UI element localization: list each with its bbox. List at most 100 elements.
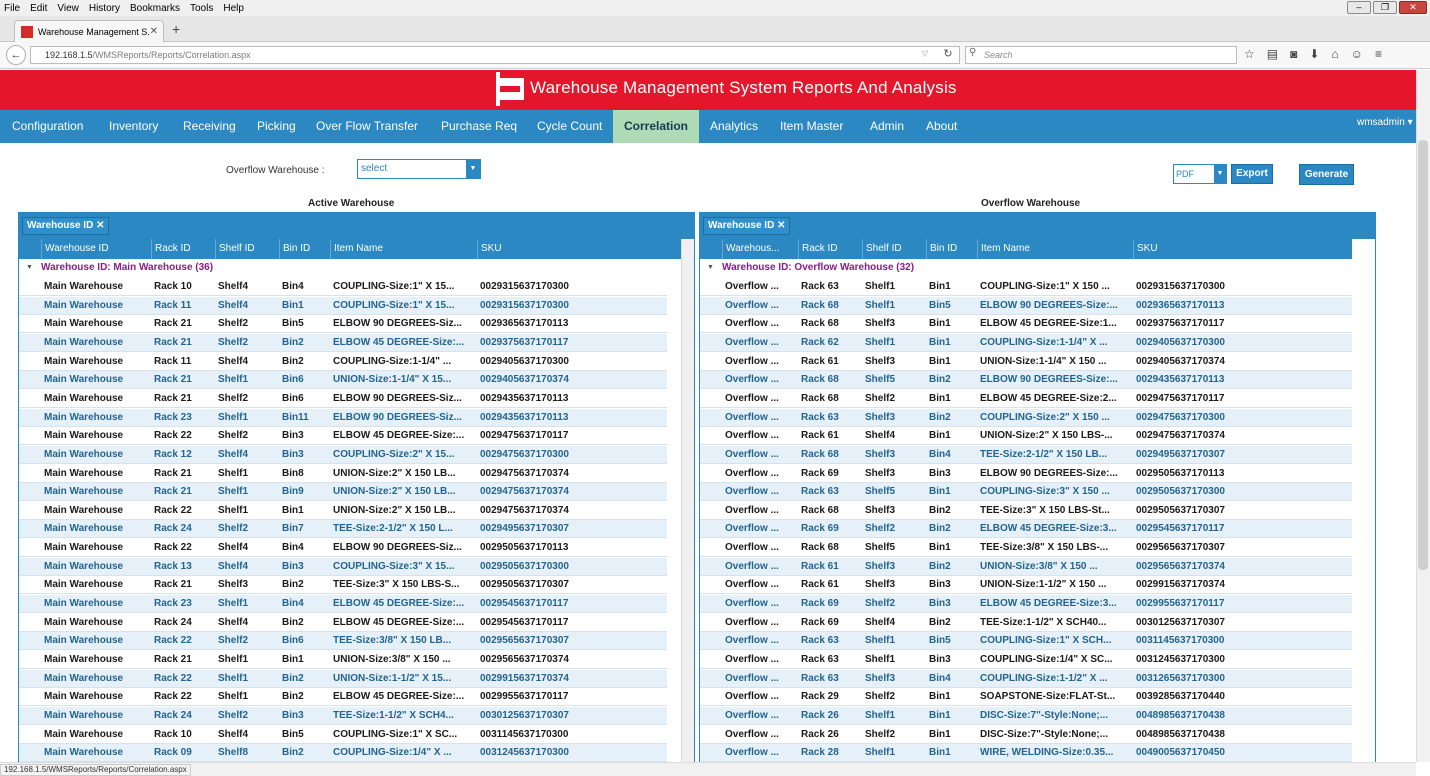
download-icon[interactable]: ⬇: [1309, 47, 1319, 61]
table-row[interactable]: Main Warehouse Rack 22 Shelf1 Bin2 UNION-Siz…: [19, 669, 667, 688]
nav-over-flow-transfer[interactable]: Over Flow Transfer: [304, 110, 430, 143]
table-row[interactable]: Main Warehouse Rack 24 Shelf4 Bin2 ELBOW 45 …: [19, 613, 667, 632]
table-row[interactable]: Overflow ... Rack 61 Shelf3 Bin2 UNION-Size:…: [700, 557, 1352, 576]
group-chip[interactable]: Warehouse ID ✕: [22, 217, 110, 235]
table-row[interactable]: Main Warehouse Rack 24 Shelf2 Bin3 TEE-Size:…: [19, 706, 667, 725]
table-row[interactable]: Main Warehouse Rack 21 Shelf3 Bin2 TEE-Size:…: [19, 576, 667, 595]
minimize-icon[interactable]: –: [1347, 1, 1371, 14]
remove-group-icon[interactable]: ✕: [96, 220, 104, 231]
table-row[interactable]: Main Warehouse Rack 10 Shelf4 Bin4 COUPLING-…: [19, 278, 667, 296]
table-row[interactable]: Main Warehouse Rack 23 Shelf1 Bin4 ELBOW 45 …: [19, 595, 667, 614]
chevron-down-icon[interactable]: ▼: [1214, 165, 1226, 183]
menu-tools[interactable]: Tools: [190, 3, 213, 14]
table-row[interactable]: Overflow ... Rack 61 Shelf3 Bin1 UNION-Size:…: [700, 352, 1352, 371]
browser-tab[interactable]: Warehouse Management S... ✕: [14, 20, 164, 42]
table-row[interactable]: Overflow ... Rack 26 Shelf2 Bin1 DISC-Size:7…: [700, 725, 1352, 744]
nav-admin[interactable]: Admin: [858, 110, 916, 143]
export-format-select[interactable]: PDF ▼: [1173, 164, 1227, 184]
column-header-2[interactable]: Shelf ID: [215, 239, 279, 259]
table-row[interactable]: Main Warehouse Rack 11 Shelf4 Bin2 COUPLING-…: [19, 352, 667, 371]
table-row[interactable]: Main Warehouse Rack 23 Shelf1 Bin11 ELBOW 90…: [19, 408, 667, 427]
table-row[interactable]: Overflow ... Rack 68 Shelf1 Bin5 ELBOW 90 DE…: [700, 296, 1352, 315]
bookmark-star-icon[interactable]: ☆: [1244, 47, 1255, 61]
home-icon[interactable]: ⌂: [1331, 47, 1338, 61]
table-row[interactable]: Main Warehouse Rack 22 Shelf2 Bin6 TEE-Size:…: [19, 632, 667, 651]
table-row[interactable]: Overflow ... Rack 63 Shelf3 Bin2 COUPLING-Si…: [700, 408, 1352, 427]
menu-history[interactable]: History: [89, 3, 120, 14]
table-row[interactable]: Main Warehouse Rack 09 Shelf8 Bin2 COUPLING-…: [19, 744, 667, 763]
table-row[interactable]: Main Warehouse Rack 21 Shelf1 Bin1 UNION-Siz…: [19, 651, 667, 669]
new-tab-icon[interactable]: +: [172, 21, 180, 37]
reload-icon[interactable]: ↻: [938, 47, 958, 63]
table-row[interactable]: Overflow ... Rack 61 Shelf4 Bin1 UNION-Size:…: [700, 427, 1352, 446]
hamburger-menu-icon[interactable]: ≡: [1375, 47, 1382, 61]
horizontal-scrollbar[interactable]: [0, 762, 1416, 776]
table-row[interactable]: Overflow ... Rack 26 Shelf1 Bin1 DISC-Size:7…: [700, 706, 1352, 725]
column-header-0[interactable]: Warehous...: [722, 239, 798, 259]
group-row[interactable]: ▼ Warehouse ID: Overflow Warehouse (32): [700, 259, 1352, 277]
nav-cycle-count[interactable]: Cycle Count: [525, 110, 614, 143]
table-row[interactable]: Overflow ... Rack 69 Shelf2 Bin3 ELBOW 45 DE…: [700, 595, 1352, 614]
export-button[interactable]: Export: [1231, 164, 1273, 184]
table-row[interactable]: Overflow ... Rack 68 Shelf2 Bin1 ELBOW 45 DE…: [700, 389, 1352, 408]
nav-configuration[interactable]: Configuration: [0, 110, 95, 143]
grid-scrollbar[interactable]: [681, 239, 694, 775]
chat-icon[interactable]: ☺: [1351, 47, 1363, 61]
table-row[interactable]: Overflow ... Rack 63 Shelf1 Bin1 COUPLING-Si…: [700, 278, 1352, 296]
chevron-down-icon[interactable]: ▼: [466, 160, 480, 178]
address-bar[interactable]: 192.168.1.5/WMSReports/Reports/Correlati…: [30, 46, 960, 64]
table-row[interactable]: Main Warehouse Rack 24 Shelf2 Bin7 TEE-Size:…: [19, 520, 667, 539]
table-row[interactable]: Main Warehouse Rack 21 Shelf1 Bin6 UNION-Siz…: [19, 371, 667, 390]
table-row[interactable]: Overflow ... Rack 68 Shelf3 Bin1 ELBOW 45 DE…: [700, 315, 1352, 334]
column-header-3[interactable]: Bin ID: [279, 239, 330, 259]
table-row[interactable]: Overflow ... Rack 63 Shelf1 Bin5 COUPLING-Si…: [700, 632, 1352, 651]
table-row[interactable]: Overflow ... Rack 68 Shelf3 Bin2 TEE-Size:3"…: [700, 501, 1352, 520]
nav-analytics[interactable]: Analytics: [698, 110, 770, 143]
back-icon[interactable]: ←: [6, 45, 26, 65]
menu-bookmarks[interactable]: Bookmarks: [130, 3, 180, 14]
table-row[interactable]: Overflow ... Rack 69 Shelf4 Bin2 TEE-Size:1-…: [700, 613, 1352, 632]
table-row[interactable]: Overflow ... Rack 62 Shelf1 Bin1 COUPLING-Si…: [700, 333, 1352, 352]
table-row[interactable]: Main Warehouse Rack 11 Shelf4 Bin1 COUPLING-…: [19, 296, 667, 315]
nav-correlation[interactable]: Correlation: [613, 110, 699, 143]
table-row[interactable]: Overflow ... Rack 29 Shelf2 Bin1 SOAPSTONE-S…: [700, 688, 1352, 707]
table-row[interactable]: Main Warehouse Rack 21 Shelf2 Bin5 ELBOW 90 …: [19, 315, 667, 334]
menu-edit[interactable]: Edit: [30, 3, 47, 14]
nav-about[interactable]: About: [914, 110, 969, 143]
group-row[interactable]: ▼ Warehouse ID: Main Warehouse (36): [19, 259, 683, 277]
nav-purchase-req[interactable]: Purchase Req: [429, 110, 529, 143]
table-row[interactable]: Overflow ... Rack 68 Shelf3 Bin4 TEE-Size:2-…: [700, 445, 1352, 464]
nav-picking[interactable]: Picking: [245, 110, 308, 143]
table-row[interactable]: Main Warehouse Rack 21 Shelf2 Bin2 ELBOW 45 …: [19, 333, 667, 352]
column-header-0[interactable]: Warehouse ID: [41, 239, 151, 259]
close-tab-icon[interactable]: ✕: [150, 26, 158, 37]
column-header-5[interactable]: SKU: [1133, 239, 1273, 259]
table-row[interactable]: Main Warehouse Rack 22 Shelf2 Bin3 ELBOW 45 …: [19, 427, 667, 446]
remove-group-icon[interactable]: ✕: [777, 220, 785, 231]
table-row[interactable]: Overflow ... Rack 69 Shelf3 Bin3 ELBOW 90 DE…: [700, 464, 1352, 483]
table-row[interactable]: Overflow ... Rack 63 Shelf5 Bin1 COUPLING-Si…: [700, 483, 1352, 502]
table-row[interactable]: Main Warehouse Rack 22 Shelf1 Bin2 ELBOW 45 …: [19, 688, 667, 707]
collapse-icon[interactable]: ▼: [707, 259, 714, 277]
pocket-icon[interactable]: ◙: [1290, 47, 1297, 61]
url-dropdown-icon[interactable]: ▽: [922, 49, 928, 58]
menu-file[interactable]: File: [4, 3, 20, 14]
generate-button[interactable]: Generate: [1299, 164, 1354, 185]
table-row[interactable]: Overflow ... Rack 63 Shelf1 Bin3 COUPLING-Si…: [700, 651, 1352, 669]
nav-item-master[interactable]: Item Master: [768, 110, 855, 143]
column-header-1[interactable]: Rack ID: [151, 239, 215, 259]
menu-view[interactable]: View: [57, 3, 79, 14]
table-row[interactable]: Main Warehouse Rack 21 Shelf1 Bin9 UNION-Siz…: [19, 483, 667, 502]
table-row[interactable]: Main Warehouse Rack 12 Shelf4 Bin3 COUPLING-…: [19, 445, 667, 464]
table-row[interactable]: Overflow ... Rack 61 Shelf3 Bin3 UNION-Size:…: [700, 576, 1352, 595]
table-row[interactable]: Overflow ... Rack 63 Shelf3 Bin4 COUPLING-Si…: [700, 669, 1352, 688]
column-header-1[interactable]: Rack ID: [798, 239, 862, 259]
table-row[interactable]: Overflow ... Rack 69 Shelf2 Bin2 ELBOW 45 DE…: [700, 520, 1352, 539]
table-row[interactable]: Overflow ... Rack 68 Shelf5 Bin1 TEE-Size:3/…: [700, 539, 1352, 558]
column-header-3[interactable]: Bin ID: [926, 239, 977, 259]
table-row[interactable]: Overflow ... Rack 68 Shelf5 Bin2 ELBOW 90 DE…: [700, 371, 1352, 390]
collapse-icon[interactable]: ▼: [26, 259, 33, 277]
browser-search-input[interactable]: Search: [965, 46, 1237, 64]
close-window-icon[interactable]: ✕: [1399, 1, 1427, 14]
column-header-4[interactable]: Item Name: [977, 239, 1133, 259]
